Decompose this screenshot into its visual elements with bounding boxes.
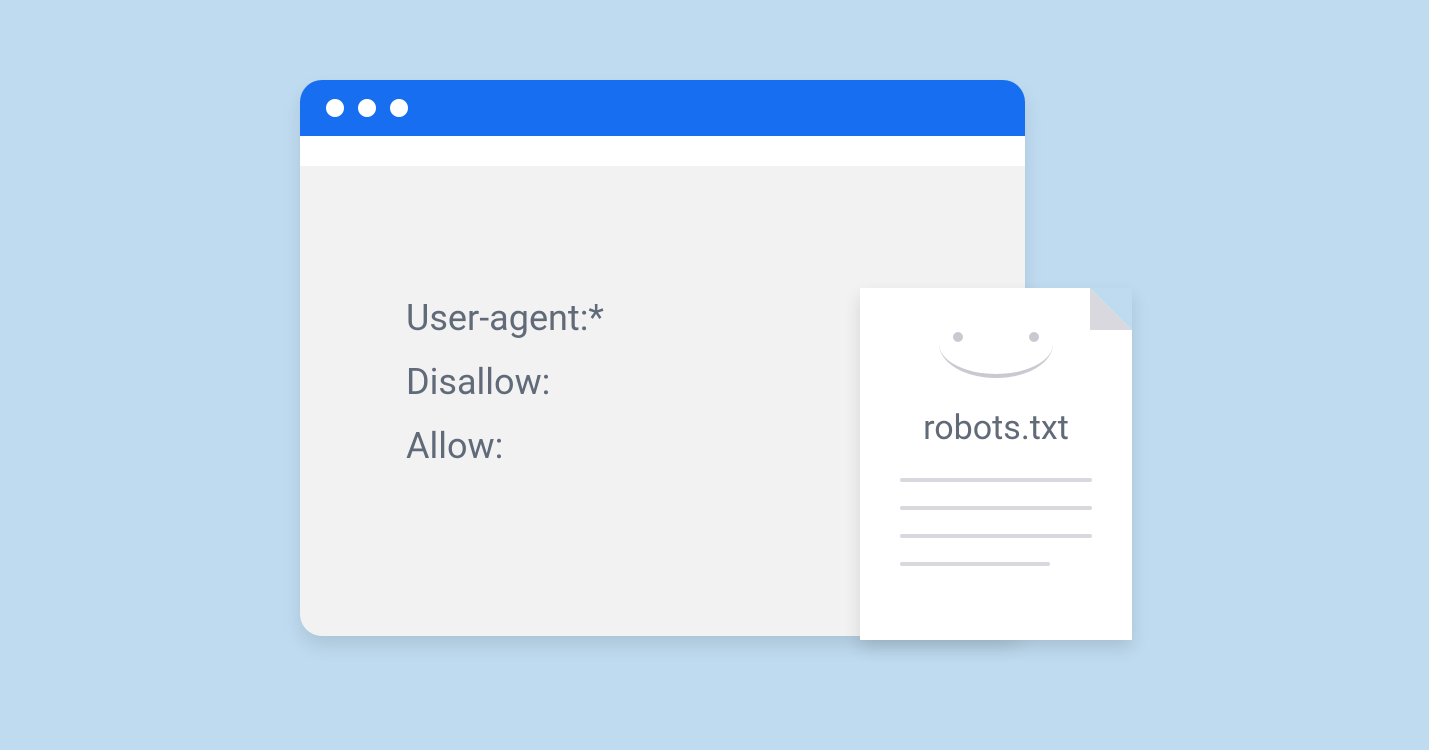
text-line-placeholder (900, 562, 1050, 566)
file-card: robots.txt (860, 288, 1132, 640)
traffic-light-dot (390, 99, 408, 117)
text-line-placeholder (900, 506, 1092, 510)
text-line-placeholder (900, 534, 1092, 538)
smile-icon (939, 338, 1053, 378)
traffic-light-dot (358, 99, 376, 117)
address-bar (300, 136, 1025, 166)
file-body-lines (900, 478, 1092, 566)
text-line-placeholder (900, 478, 1092, 482)
window-titlebar (300, 80, 1025, 136)
traffic-light-dot (326, 99, 344, 117)
page-fold-icon (1090, 288, 1132, 330)
smiley-face-icon (931, 326, 1061, 384)
file-title: robots.txt (860, 408, 1132, 448)
